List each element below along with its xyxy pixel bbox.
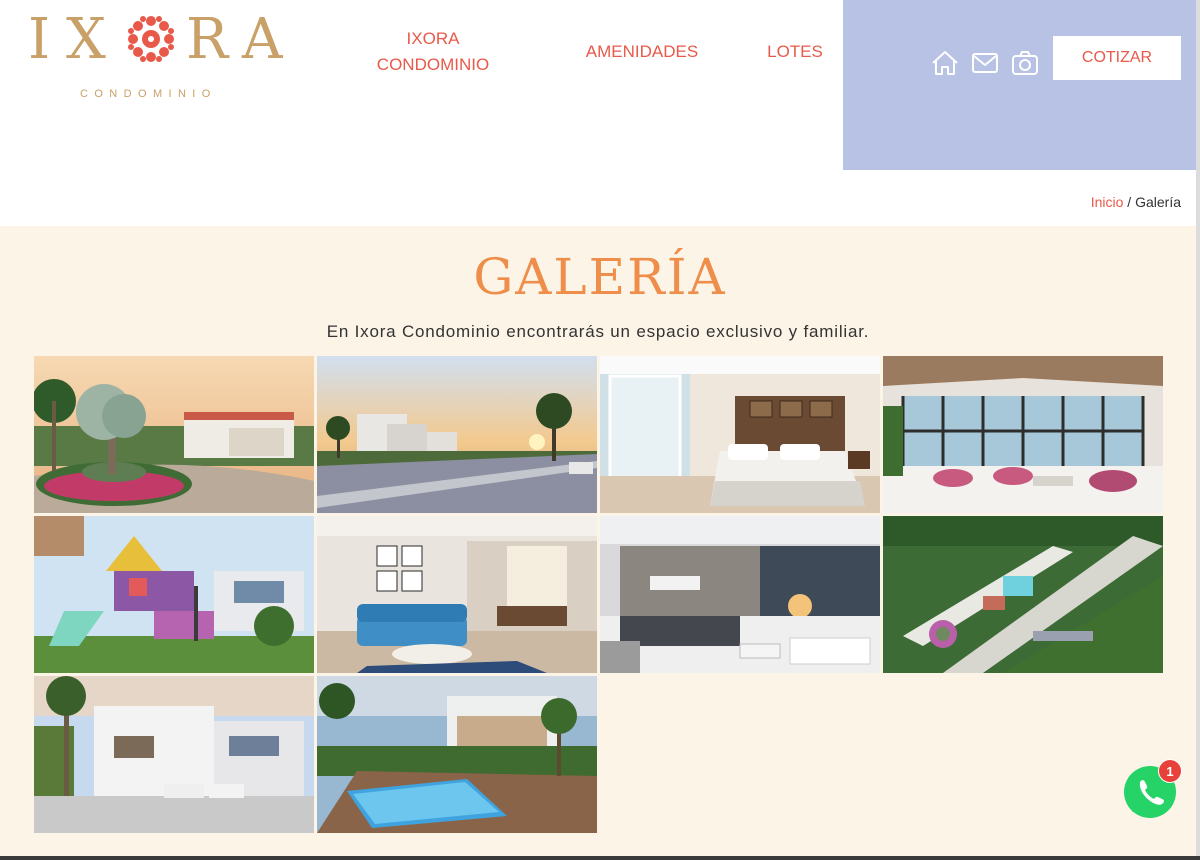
logo-letter: X — [66, 7, 108, 72]
ixora-logo[interactable]: I X R A CONDOMINIO — [28, 10, 300, 110]
nav-lotes[interactable]: LOTES — [760, 39, 830, 65]
gallery-section: GALERÍA En Ixora Condominio encontrarás … — [0, 226, 1200, 860]
street-sunset-photo[interactable] — [317, 356, 597, 513]
lobby-lounge-photo[interactable] — [883, 356, 1163, 513]
breadcrumb: Inicio / Galería — [1091, 194, 1181, 210]
aerial-view-photo[interactable] — [883, 516, 1163, 673]
header-action-panel — [843, 0, 1196, 170]
house-facade-photo[interactable] — [34, 676, 314, 833]
nav-amenidades[interactable]: AMENIDADES — [576, 39, 708, 65]
camera-icon[interactable] — [1011, 50, 1039, 76]
ixora-flower-icon — [128, 16, 174, 62]
site-header: I X R A CONDOMINIO IXORA CONDOMINIO AMEN… — [0, 0, 1200, 226]
breadcrumb-home-link[interactable]: Inicio — [1091, 194, 1124, 210]
mail-icon[interactable] — [971, 50, 999, 76]
window-edge — [0, 856, 1200, 860]
window-edge — [1196, 0, 1200, 860]
page-subtitle: En Ixora Condominio encontrarás un espac… — [326, 322, 870, 341]
breadcrumb-separator: / — [1123, 194, 1136, 210]
bedroom-photo[interactable] — [600, 356, 880, 513]
nav-label-line2: CONDOMINIO — [376, 55, 490, 74]
whatsapp-badge: 1 — [1158, 759, 1182, 783]
nav-ixora-condominio[interactable]: IXORA CONDOMINIO — [362, 26, 504, 78]
reception-photo[interactable] — [600, 516, 880, 673]
living-room-photo[interactable] — [317, 516, 597, 673]
logo-letter: R — [186, 7, 231, 72]
logo-letter: I — [28, 7, 53, 72]
home-icon[interactable] — [931, 50, 959, 76]
cotizar-button[interactable]: COTIZAR — [1053, 36, 1181, 80]
logo-wordmark: I X R A — [28, 10, 300, 72]
page-title: GALERÍA — [473, 248, 727, 306]
playground-photo[interactable] — [34, 516, 314, 673]
logo-letter: A — [242, 7, 285, 72]
nav-label-line1: IXORA — [406, 29, 460, 48]
entrance-roundabout-photo[interactable] — [34, 356, 314, 513]
pool-deck-photo[interactable] — [317, 676, 597, 833]
photo-gallery — [34, 356, 1166, 836]
breadcrumb-current: Galería — [1135, 194, 1181, 210]
logo-subtitle: CONDOMINIO — [80, 88, 217, 100]
